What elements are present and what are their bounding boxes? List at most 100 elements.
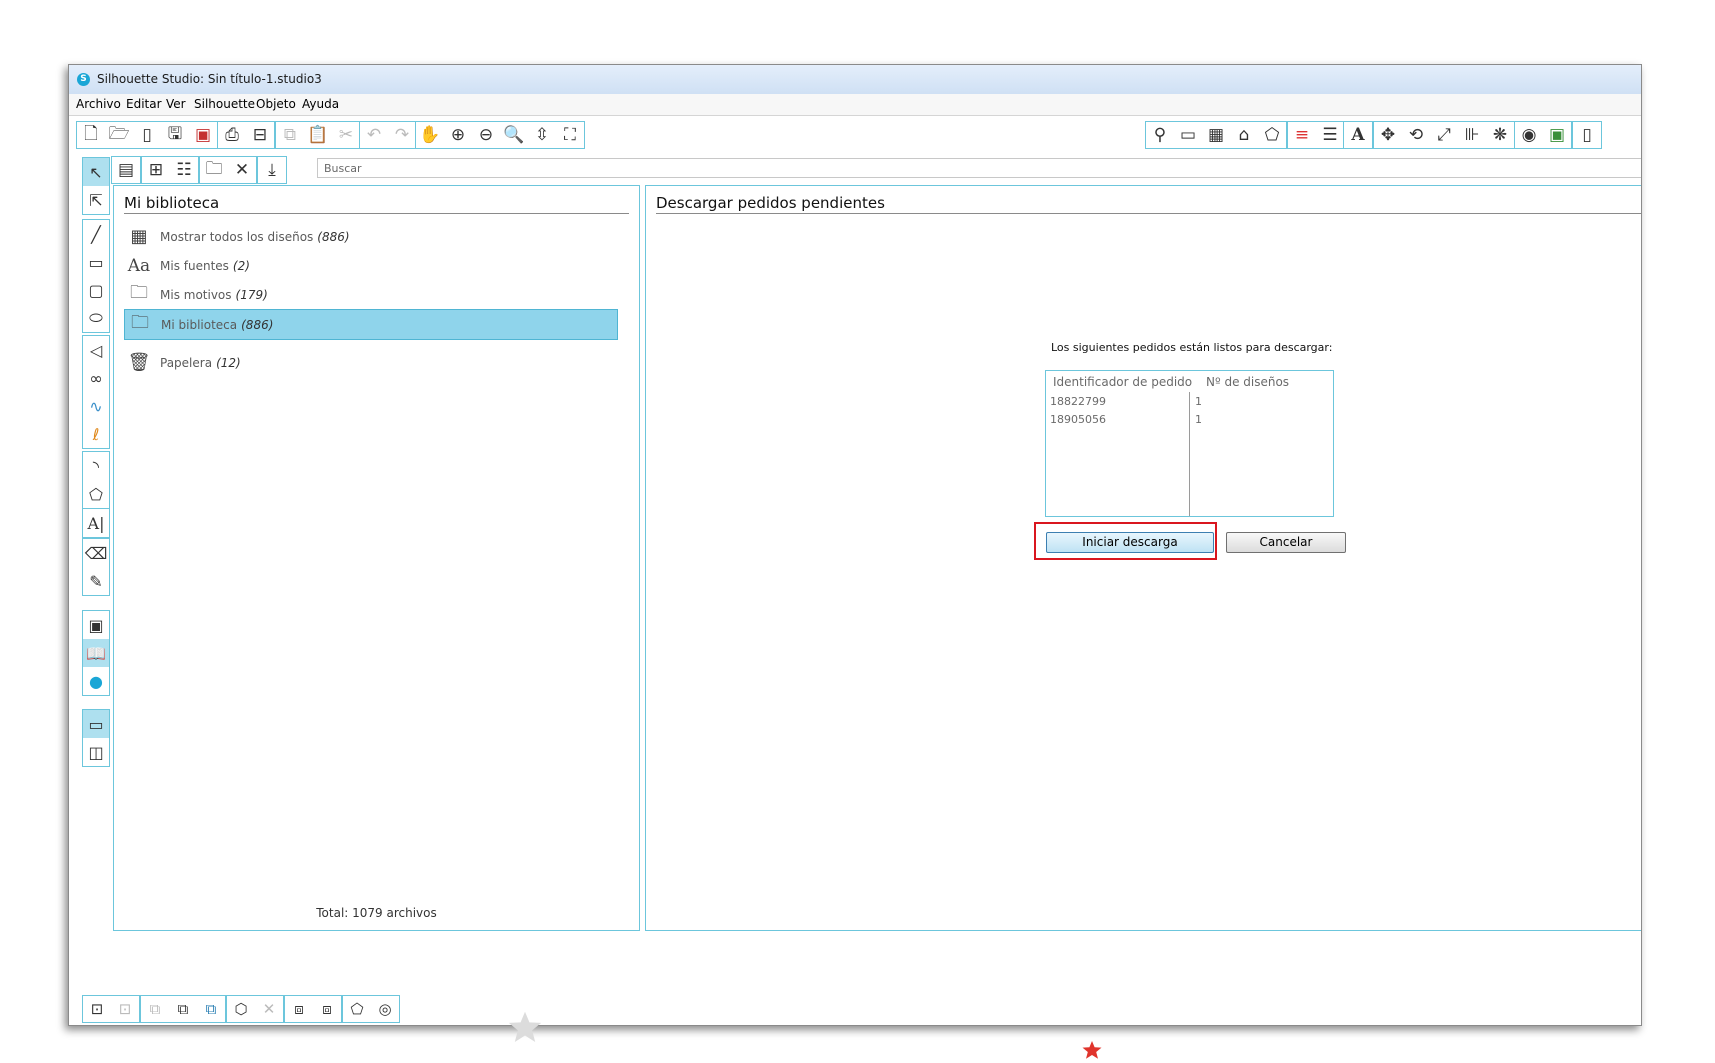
line-color-icon[interactable]: ≡ xyxy=(1288,122,1316,148)
fit-to-page-icon[interactable]: ⛶ xyxy=(556,122,584,148)
move-icon[interactable]: ✥ xyxy=(1374,122,1402,148)
library-item-all-designs[interactable]: ▦ Mostrar todos los diseños (886) xyxy=(124,221,614,252)
copy-icon[interactable]: ⧉ xyxy=(276,122,304,148)
save-library-icon[interactable]: ▣ xyxy=(189,122,217,148)
library-item-my-library[interactable]: 🗀 Mi biblioteca (886) xyxy=(124,309,618,340)
menu-objeto[interactable]: Objeto xyxy=(256,97,296,111)
rotate-icon[interactable]: ⟲ xyxy=(1402,122,1430,148)
line-style-icon[interactable]: ☰ xyxy=(1316,122,1344,148)
freehand-tool-icon[interactable]: ∿ xyxy=(83,392,109,420)
column-header-design-count: Nº de diseños xyxy=(1206,375,1290,389)
smooth-freehand-tool-icon[interactable]: ℓ xyxy=(83,420,109,448)
import-group: ⤓ xyxy=(257,156,287,184)
library-item-fonts[interactable]: Aa Mis fuentes (2) xyxy=(124,250,614,281)
design-view-icon[interactable]: ▣ xyxy=(83,611,109,639)
grid-view-icon[interactable]: ⊞ xyxy=(142,157,170,183)
print-icon[interactable]: ⎙ xyxy=(218,122,246,148)
list-view-icon[interactable]: ☷ xyxy=(170,157,198,183)
curve-tool-icon[interactable]: ∞ xyxy=(83,364,109,392)
shape-icon[interactable]: ⬠ xyxy=(1258,122,1286,148)
page-icon[interactable]: ▭ xyxy=(1174,122,1202,148)
release-compound-icon[interactable]: ⧉ xyxy=(141,996,169,1022)
knife-tool-icon[interactable]: ✎ xyxy=(83,567,109,595)
arc-tools: ◝ ⬠ xyxy=(82,451,110,509)
replicate-icon[interactable]: ❋ xyxy=(1486,122,1514,148)
weld-icon[interactable]: ⬠ xyxy=(343,996,371,1022)
trace-icon[interactable]: ◉ xyxy=(1515,122,1543,148)
cut-settings-icon[interactable]: ▣ xyxy=(1543,122,1571,148)
scale-icon[interactable]: ⤢ xyxy=(1430,122,1458,148)
text-tool-icon[interactable]: A| xyxy=(83,509,109,537)
send-to-back-icon[interactable]: ⧈ xyxy=(313,996,341,1022)
open-file-icon[interactable]: 🗁 xyxy=(105,122,133,148)
paste-icon[interactable]: 📋 xyxy=(304,122,332,148)
library-store-icon[interactable]: ▤ xyxy=(112,157,140,183)
menu-bar: Archivo Editar Ver Silhouette Objeto Ayu… xyxy=(69,94,1641,116)
zoom-in-icon[interactable]: ⊕ xyxy=(444,122,472,148)
line-tool-icon[interactable]: ╱ xyxy=(83,220,109,248)
library-item-trash[interactable]: 🗑 Papelera (12) xyxy=(124,347,614,378)
undo-icon[interactable]: ↶ xyxy=(360,122,388,148)
new-folder-icon[interactable]: 🗀 xyxy=(200,157,228,183)
start-download-button[interactable]: Iniciar descarga xyxy=(1046,532,1214,553)
align-icon[interactable]: ⊪ xyxy=(1458,122,1486,148)
column-divider xyxy=(1189,392,1190,516)
menu-ver[interactable]: Ver xyxy=(166,97,186,111)
delete-icon[interactable]: ✕ xyxy=(228,157,256,183)
import-icon[interactable]: ⤓ xyxy=(258,157,286,183)
text-tools: A| xyxy=(82,508,110,538)
pan-hand-icon[interactable]: ✋ xyxy=(416,122,444,148)
save-icon[interactable]: 🖫 xyxy=(161,122,189,148)
group-icon[interactable]: ⊡ xyxy=(83,996,111,1022)
library-item-count: (179) xyxy=(235,287,268,302)
select-arrow-icon[interactable]: ↖ xyxy=(83,158,109,186)
bring-to-front-icon[interactable]: ⧈ xyxy=(285,996,313,1022)
send-to-silhouette-icon[interactable]: ⊟ xyxy=(246,122,274,148)
regular-polygon-tool-icon[interactable]: ⬠ xyxy=(83,480,109,508)
rectangle-tool-icon[interactable]: ▭ xyxy=(83,248,109,276)
text-style-icon[interactable]: A xyxy=(1344,122,1372,148)
menu-silhouette[interactable]: Silhouette xyxy=(194,97,255,111)
cancel-button[interactable]: Cancelar xyxy=(1226,532,1346,553)
duplicate-icon[interactable]: ⬡ xyxy=(227,996,255,1022)
app-window: S Silhouette Studio: Sin título-1.studio… xyxy=(68,64,1642,1026)
arc-tool-icon[interactable]: ◝ xyxy=(83,452,109,480)
new-file-icon[interactable]: 🗋 xyxy=(77,122,105,148)
redo-icon[interactable]: ↷ xyxy=(388,122,416,148)
make-compound-icon[interactable]: ⧉ xyxy=(169,996,197,1022)
single-pane-icon[interactable]: ▭ xyxy=(83,710,109,738)
rounded-rectangle-tool-icon[interactable]: ▢ xyxy=(83,276,109,304)
zoom-select-icon[interactable]: 🔍 xyxy=(500,122,528,148)
menu-ayuda[interactable]: Ayuda xyxy=(302,97,339,111)
compound-path-icon[interactable]: ⧉ xyxy=(197,996,225,1022)
polygon-tool-icon[interactable]: ◁ xyxy=(83,336,109,364)
download-title: Descargar pedidos pendientes xyxy=(656,194,885,212)
registration-marks-icon[interactable]: ⌂ xyxy=(1230,122,1258,148)
ungroup-icon[interactable]: ⊡ xyxy=(111,996,139,1022)
page-setup-icon[interactable]: ⚲ xyxy=(1146,122,1174,148)
cut-icon[interactable]: ✂ xyxy=(332,122,360,148)
zoom-out-icon[interactable]: ⊖ xyxy=(472,122,500,148)
grid-settings-icon[interactable]: ▦ xyxy=(1202,122,1230,148)
library-view-icon[interactable]: 📖 xyxy=(83,639,109,667)
eraser-tool-icon[interactable]: ⌫ xyxy=(83,539,109,567)
search-input[interactable]: Buscar xyxy=(317,158,1641,178)
gray-star-icon xyxy=(508,1011,542,1042)
offset-icon[interactable]: ◎ xyxy=(371,996,399,1022)
clipboard-toolbar-group: ⧉ 📋 ✂ xyxy=(275,121,361,149)
title-bar: S Silhouette Studio: Sin título-1.studio… xyxy=(69,65,1641,95)
order-id-cell: 18905056 xyxy=(1050,413,1106,426)
ellipse-tool-icon[interactable]: ⬭ xyxy=(83,304,109,332)
menu-editar[interactable]: Editar xyxy=(126,97,162,111)
library-file-icon[interactable]: ▯ xyxy=(133,122,161,148)
design-count-cell: 1 xyxy=(1195,413,1202,426)
send-to-cutter-icon[interactable]: ▯ xyxy=(1573,122,1601,148)
split-pane-icon[interactable]: ◫ xyxy=(83,738,109,766)
library-view-group: ▤ xyxy=(111,156,141,184)
menu-archivo[interactable]: Archivo xyxy=(76,97,121,111)
point-edit-icon[interactable]: ⇱ xyxy=(83,186,109,214)
delete-object-icon[interactable]: ✕ xyxy=(255,996,283,1022)
silhouette-store-icon[interactable]: ● xyxy=(83,667,109,695)
drag-zoom-icon[interactable]: ⇳ xyxy=(528,122,556,148)
library-item-motifs[interactable]: 🗀 Mis motivos (179) xyxy=(124,279,614,310)
